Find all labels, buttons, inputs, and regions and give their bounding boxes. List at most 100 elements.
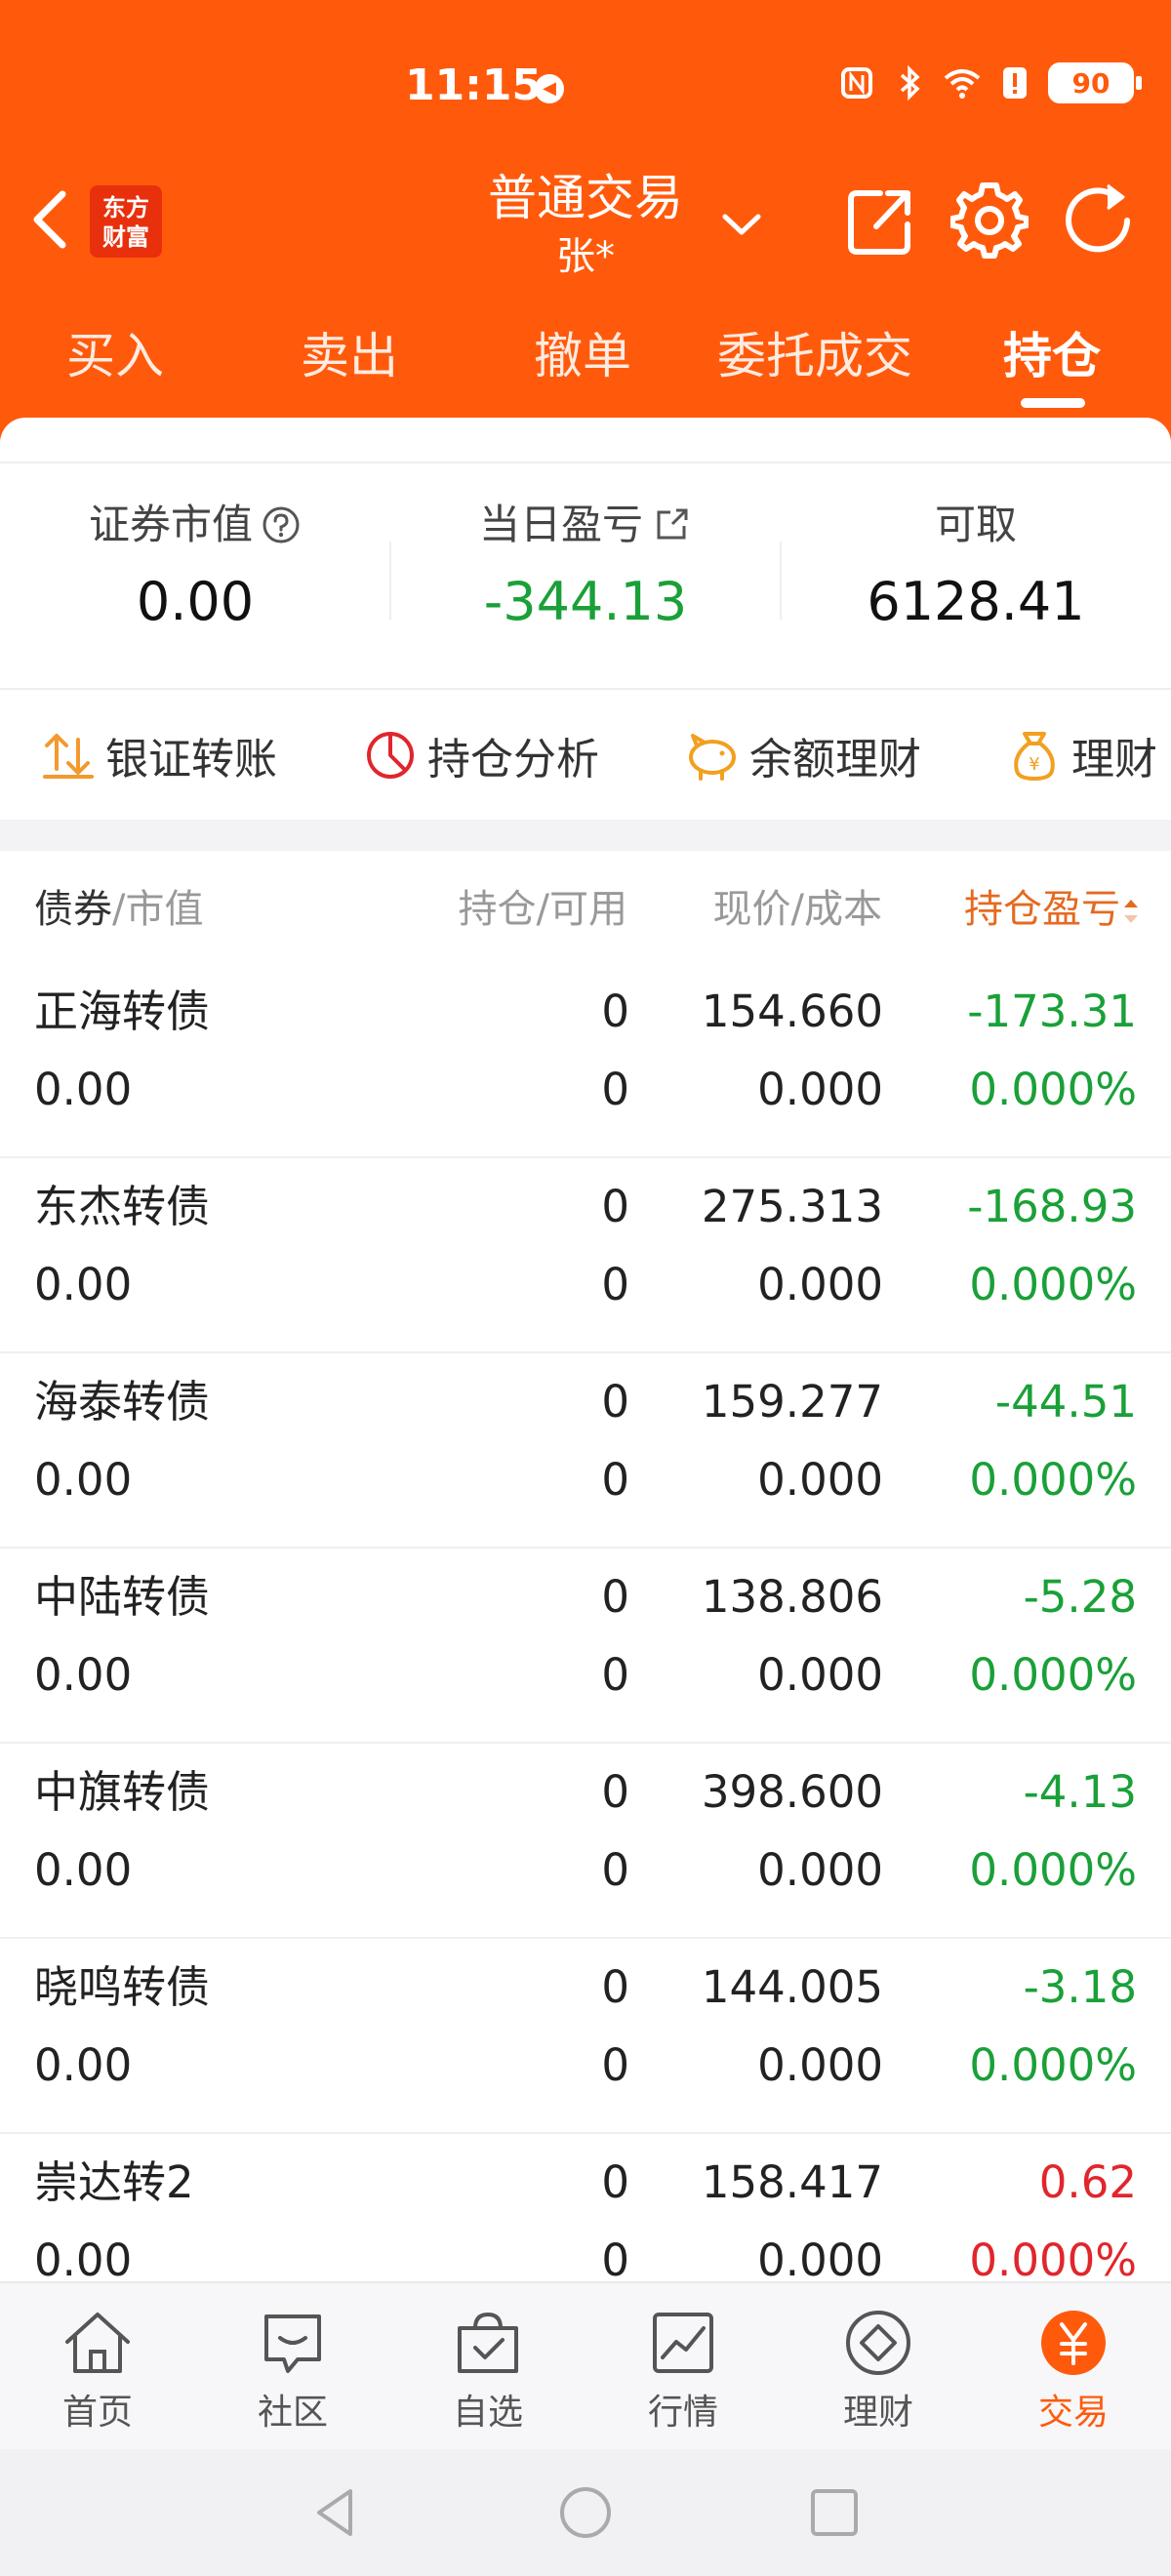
nav-label: 自选 (452, 2393, 523, 2433)
bond-name: 中旗转债 (34, 1766, 211, 1818)
quick-label: 余额理财 (749, 734, 921, 785)
bond-pl-pct: 0.000% (969, 2234, 1137, 2281)
bond-pl-pct: 0.000% (969, 1259, 1137, 1310)
nav-label: 社区 (257, 2393, 328, 2433)
home-icon (65, 2313, 130, 2373)
positions-table-header: 债券/市值 持仓/可用 现价/成本 持仓盈亏 (0, 851, 1171, 963)
quick-label: 理财 (1071, 734, 1157, 785)
bond-market-value: 0.00 (34, 1844, 133, 1896)
bond-pl-pct: 0.000% (969, 1649, 1137, 1701)
bond-available: 0 (601, 1649, 629, 1701)
gear-icon[interactable] (950, 181, 1029, 260)
chevron-down-icon[interactable] (717, 205, 766, 244)
bond-available: 0 (601, 2234, 629, 2281)
bond-price: 144.005 (701, 1961, 883, 2013)
nav-home[interactable]: 首页 (0, 2303, 195, 2437)
daily-pl-label: 当日盈亏 (478, 501, 643, 548)
table-row[interactable]: 正海转债 0.00 0 0 154.660 0.000 -173.31 0.00… (0, 963, 1171, 1158)
bond-market-value: 0.00 (34, 1064, 133, 1115)
daily-pl-value: -344.13 (483, 571, 688, 632)
summary-withdrawable: 可取 6128.41 (781, 493, 1171, 641)
nav-label: 交易 (1037, 2393, 1109, 2433)
table-row[interactable]: 中旗转债 0.00 0 0 398.600 0.000 -4.13 0.000% (0, 1744, 1171, 1939)
chart-icon (653, 2313, 713, 2373)
summary-daily-pl[interactable]: 当日盈亏 -344.13 (390, 493, 781, 641)
bond-price: 154.660 (701, 986, 883, 1037)
pie-chart-icon (367, 731, 414, 779)
money-bag-icon: ¥ (1014, 731, 1055, 781)
bond-holding: 0 (601, 1181, 629, 1232)
refresh-icon[interactable] (1059, 181, 1141, 260)
nav-trade[interactable]: 交易 (976, 2303, 1171, 2437)
tab-active-indicator (1021, 398, 1085, 408)
wealth-button[interactable]: ¥ 理财 (1005, 724, 1157, 786)
quick-label: 银证转账 (105, 734, 277, 785)
wifi-icon (944, 69, 981, 99)
nav-label: 理财 (842, 2393, 913, 2433)
status-time: 11:15 (405, 60, 543, 110)
bond-pl: -168.93 (967, 1181, 1137, 1232)
section-divider (0, 820, 1171, 851)
help-icon[interactable] (261, 504, 302, 545)
bond-pl: -4.13 (1023, 1766, 1137, 1818)
tab-buy[interactable]: 买入 (66, 312, 164, 400)
bond-pl: 0.62 (1038, 2156, 1137, 2208)
bond-holding: 0 (601, 1571, 629, 1623)
sort-icon (1124, 900, 1138, 923)
back-icon[interactable] (20, 181, 78, 259)
position-analysis-button[interactable]: 持仓分析 (361, 724, 599, 786)
table-row[interactable]: 晓鸣转债 0.00 0 0 144.005 0.000 -3.18 0.000% (0, 1939, 1171, 2134)
bank-transfer-button[interactable]: 银证转账 (39, 724, 277, 786)
bond-price: 275.313 (701, 1181, 883, 1232)
bond-cost: 0.000 (757, 2039, 883, 2091)
header-bond-market-value: 债券/市值 (34, 880, 203, 939)
bond-available: 0 (601, 1259, 629, 1310)
bond-holding: 0 (601, 1961, 629, 2013)
nav-wealth[interactable]: 理财 (781, 2303, 976, 2437)
table-row[interactable]: 中陆转债 0.00 0 0 138.806 0.000 -5.28 0.000% (0, 1549, 1171, 1744)
bond-cost: 0.000 (757, 1064, 883, 1115)
table-row[interactable]: 崇达转2 0.00 0 0 158.417 0.000 0.62 0.000% (0, 2134, 1171, 2281)
bond-pl: -3.18 (1023, 1961, 1137, 2013)
bond-pl-pct: 0.000% (969, 1454, 1137, 1506)
bond-cost: 0.000 (757, 2234, 883, 2281)
bond-holding: 0 (601, 1766, 629, 1818)
bond-price: 138.806 (701, 1571, 883, 1623)
nav-watchlist[interactable]: 自选 (390, 2303, 586, 2437)
bond-name: 晓鸣转债 (34, 1961, 211, 2013)
status-icons: 90 (837, 62, 1142, 103)
tab-orders-trades[interactable]: 委托成交 (717, 312, 912, 400)
app-header: 11:15 ◀ 90 东方 财富 普通交易 张* 买入 卖出 撤单 委托成交 持… (0, 0, 1171, 449)
bond-available: 0 (601, 1844, 629, 1896)
header-market-value: /市值 (112, 887, 204, 932)
nav-market[interactable]: 行情 (586, 2303, 781, 2437)
share-icon[interactable] (845, 183, 915, 258)
tab-positions[interactable]: 持仓 (1003, 312, 1101, 400)
tab-sell[interactable]: 卖出 (301, 312, 398, 400)
bond-cost: 0.000 (757, 1844, 883, 1896)
account-summary: 证券市值 0.00 当日盈亏 -344.13 可取 6128.41 (0, 462, 1171, 688)
bond-name: 崇达转2 (34, 2156, 194, 2208)
yuan-coin-icon (1041, 2311, 1106, 2375)
header-bond: 债券 (34, 887, 112, 932)
system-recents-icon[interactable] (805, 2483, 864, 2542)
system-home-icon[interactable] (556, 2483, 615, 2542)
balance-wealth-button[interactable]: 余额理财 (683, 724, 921, 786)
bond-cost: 0.000 (757, 1649, 883, 1701)
bottom-navigation: 首页 社区 自选 行情 理财 交易 (0, 2281, 1171, 2449)
bond-pl: -5.28 (1023, 1571, 1137, 1623)
nav-community[interactable]: 社区 (195, 2303, 390, 2437)
tab-cancel-order[interactable]: 撤单 (534, 312, 631, 400)
header-position-pl[interactable]: 持仓盈亏 (964, 880, 1142, 939)
table-row[interactable]: 海泰转债 0.00 0 0 159.277 0.000 -44.51 0.000… (0, 1353, 1171, 1549)
bond-name: 正海转债 (34, 986, 211, 1037)
table-row[interactable]: 东杰转债 0.00 0 0 275.313 0.000 -168.93 0.00… (0, 1158, 1171, 1353)
header-position-pl-label: 持仓盈亏 (964, 887, 1120, 932)
battery-icon: 90 (1048, 62, 1142, 103)
bond-available: 0 (601, 1454, 629, 1506)
bluetooth-icon (900, 64, 920, 101)
bond-price: 398.600 (701, 1766, 883, 1818)
bond-pl: -44.51 (994, 1376, 1137, 1428)
title-block[interactable]: 普通交易 张* (420, 164, 751, 281)
system-back-icon[interactable] (307, 2483, 366, 2542)
